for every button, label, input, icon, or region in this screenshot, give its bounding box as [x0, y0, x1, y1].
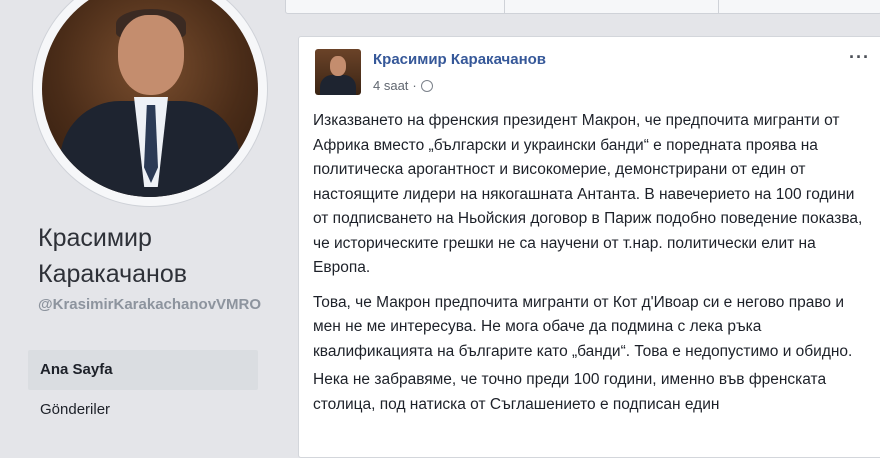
- avatar-face: [118, 15, 184, 95]
- profile-nav: Ana Sayfa Gönderiler: [28, 350, 258, 430]
- post-author-link[interactable]: Красимир Каракачанов: [373, 51, 546, 68]
- toolbar-divider: [504, 0, 505, 13]
- post-timestamp[interactable]: 4 saat: [373, 78, 408, 93]
- post-card: Красимир Каракачанов 4 saat · ··· Изказв…: [298, 36, 880, 458]
- nav-item-home[interactable]: Ana Sayfa: [28, 350, 258, 390]
- post-avatar-face: [330, 56, 346, 76]
- post-text: Изказването на френския президент Макрон…: [313, 109, 873, 417]
- post-meta: 4 saat ·: [373, 78, 433, 93]
- post-avatar-suit: [320, 75, 356, 95]
- nav-item-posts[interactable]: Gönderiler: [28, 390, 258, 430]
- post-paragraph: Това, че Макрон предпочита мигранти от К…: [313, 293, 853, 360]
- top-toolbar: [285, 0, 880, 14]
- profile-handle[interactable]: @KrasimirKarakachanovVMRO: [38, 294, 270, 316]
- profile-picture[interactable]: [42, 0, 258, 197]
- post-author-avatar[interactable]: [315, 49, 361, 95]
- profile-column: Красимир Каракачанов @KrasimirKarakachan…: [0, 0, 290, 440]
- post-paragraph: Изказването на френския президент Макрон…: [313, 112, 863, 276]
- meta-separator: ·: [412, 78, 417, 93]
- more-options-icon[interactable]: ···: [849, 47, 870, 68]
- profile-name[interactable]: Красимир Каракачанов: [38, 220, 278, 292]
- globe-icon[interactable]: [420, 79, 433, 92]
- toolbar-divider: [718, 0, 719, 13]
- profile-picture-frame[interactable]: [33, 0, 267, 206]
- post-paragraph: Нека не забравяме, че точно преди 100 го…: [313, 371, 827, 413]
